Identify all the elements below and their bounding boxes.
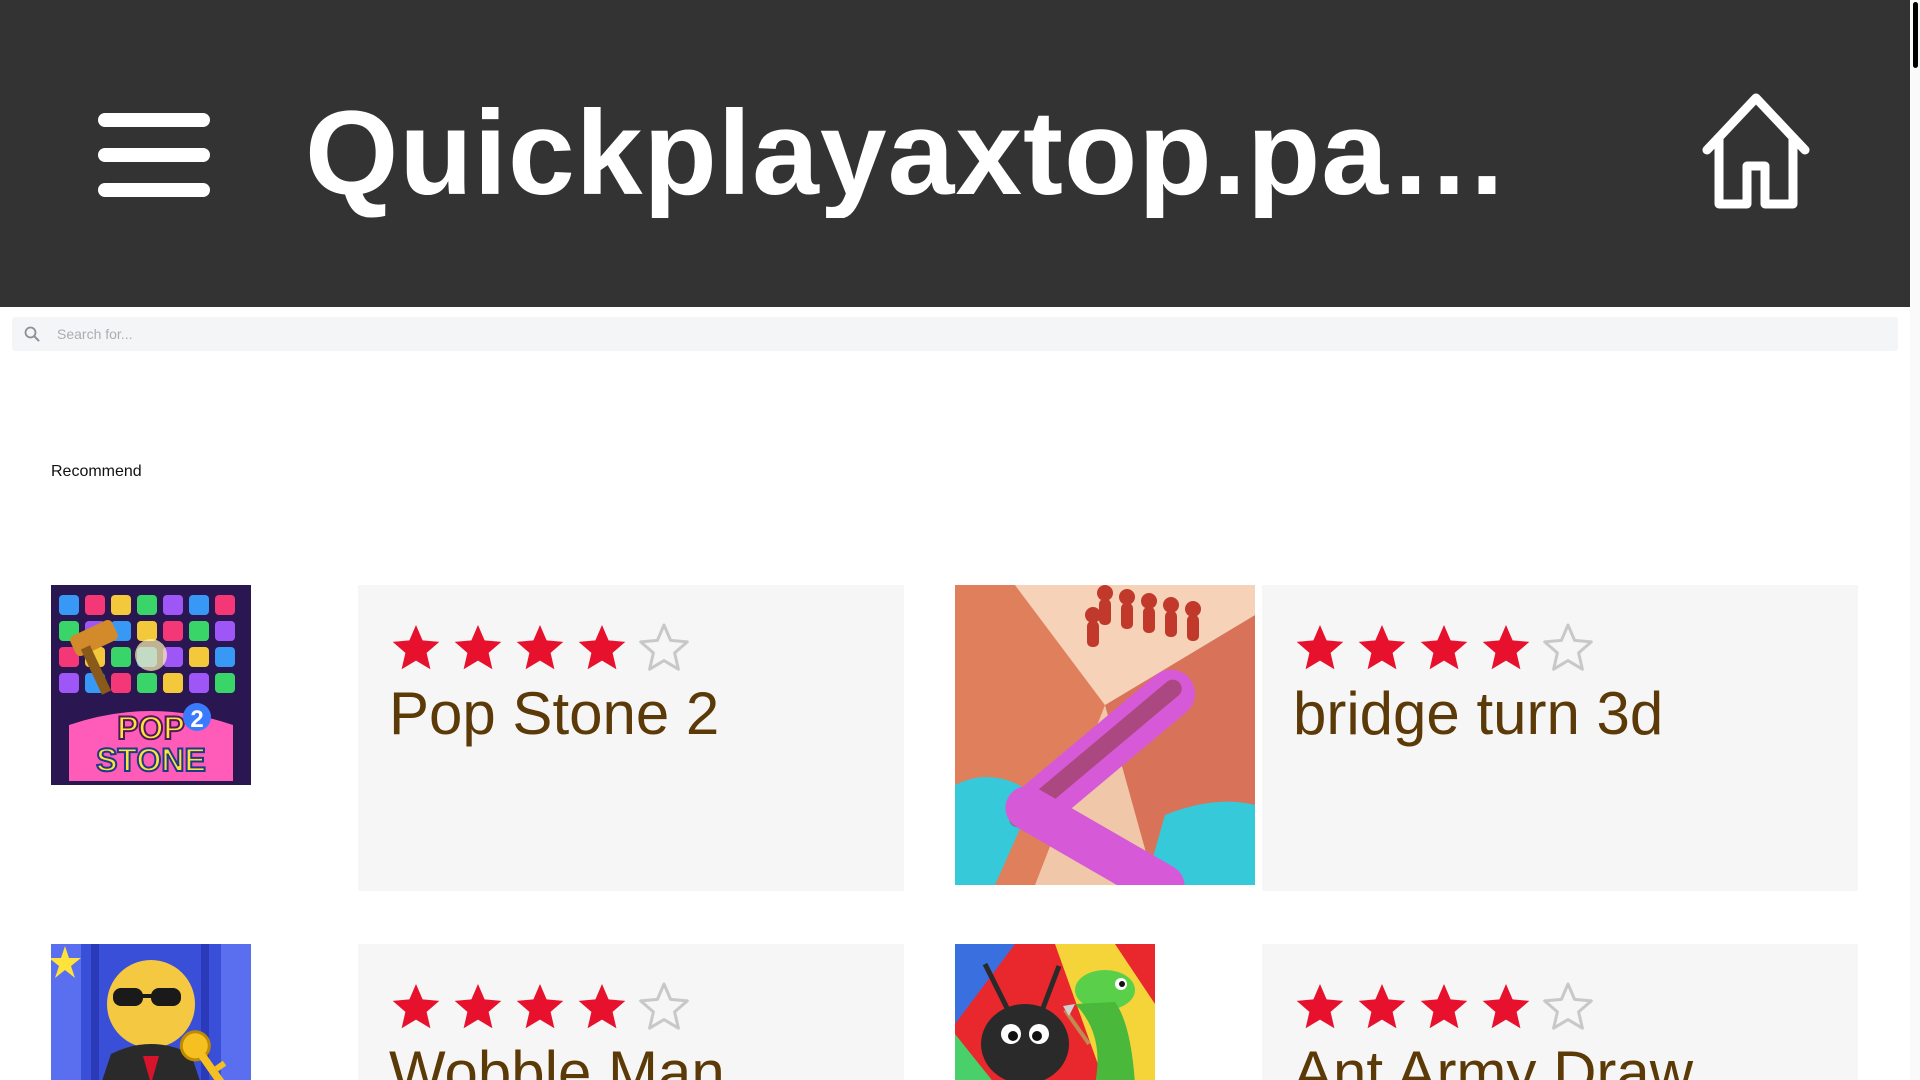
star-filled-icon	[1296, 625, 1344, 670]
game-thumbnail-image: POP STONE 2	[51, 585, 251, 785]
hamburger-icon-bar	[98, 183, 210, 197]
game-thumbnail[interactable]	[51, 944, 251, 1080]
star-rating	[388, 980, 692, 1036]
home-icon	[1702, 93, 1810, 209]
game-card[interactable]: Wobble Man	[358, 944, 904, 1080]
star-filled-icon	[578, 625, 626, 670]
star-rating	[388, 621, 692, 677]
search-input[interactable]	[45, 317, 1885, 351]
star-filled-icon	[392, 625, 440, 670]
star-empty-icon	[639, 982, 689, 1030]
star-filled-icon	[392, 984, 440, 1029]
star-filled-icon	[1358, 625, 1406, 670]
game-thumbnail-image	[51, 944, 251, 1080]
scrollbar-thumb[interactable]	[1913, 2, 1918, 68]
star-empty-icon	[639, 623, 689, 671]
star-filled-icon	[578, 984, 626, 1029]
game-thumbnail[interactable]	[955, 585, 1255, 885]
game-thumbnail[interactable]	[955, 944, 1155, 1080]
game-thumbnail[interactable]: POP STONE 2	[51, 585, 251, 785]
search-icon	[24, 326, 40, 342]
home-button[interactable]	[1697, 92, 1815, 210]
star-rating	[1292, 980, 1596, 1036]
hamburger-icon-bar	[98, 148, 210, 162]
game-name[interactable]: Pop Stone 2	[389, 677, 719, 751]
game-card[interactable]: Ant Army Draw	[1262, 944, 1858, 1080]
svg-text:STONE: STONE	[96, 742, 206, 778]
game-name[interactable]: Wobble Man	[389, 1036, 725, 1080]
hamburger-icon-bar	[98, 113, 210, 127]
svg-text:2: 2	[190, 706, 203, 733]
star-filled-icon	[1482, 625, 1530, 670]
star-filled-icon	[516, 625, 564, 670]
menu-button[interactable]	[98, 113, 210, 197]
scrollbar-track[interactable]	[1910, 0, 1920, 1080]
star-filled-icon	[454, 984, 502, 1029]
site-title[interactable]: Quickplayaxtop.page…	[305, 88, 1565, 218]
search-bar	[12, 317, 1898, 351]
star-empty-icon	[1543, 982, 1593, 1030]
star-rating	[1292, 621, 1596, 677]
game-name[interactable]: bridge turn 3d	[1293, 677, 1663, 751]
game-thumbnail-image	[955, 585, 1255, 885]
game-card[interactable]: bridge turn 3d	[1262, 585, 1858, 891]
svg-text:POP: POP	[117, 710, 185, 746]
star-filled-icon	[1420, 984, 1468, 1029]
star-filled-icon	[1482, 984, 1530, 1029]
site-header: Quickplayaxtop.page…	[0, 0, 1910, 307]
game-thumbnail-image	[955, 944, 1155, 1080]
section-title: Recommend	[51, 463, 142, 480]
star-filled-icon	[1296, 984, 1344, 1029]
page: Quickplayaxtop.page… Recommend	[0, 0, 1910, 1080]
game-card[interactable]: Pop Stone 2	[358, 585, 904, 891]
star-filled-icon	[454, 625, 502, 670]
game-name[interactable]: Ant Army Draw	[1293, 1036, 1693, 1080]
star-filled-icon	[1358, 984, 1406, 1029]
star-filled-icon	[516, 984, 564, 1029]
star-filled-icon	[1420, 625, 1468, 670]
star-empty-icon	[1543, 623, 1593, 671]
